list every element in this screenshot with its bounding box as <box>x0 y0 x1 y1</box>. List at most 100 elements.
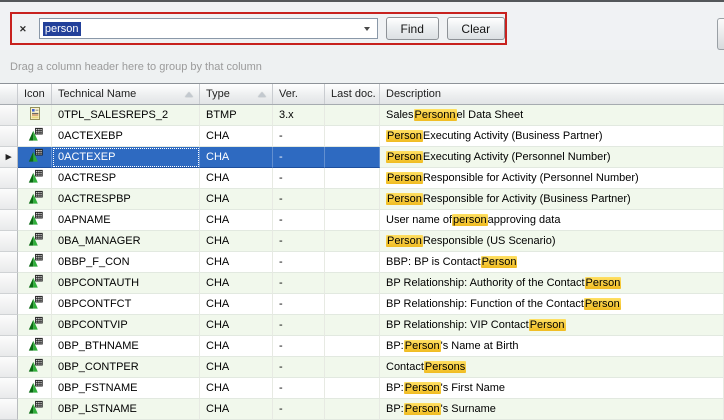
icon-cell <box>18 168 52 189</box>
type-cell: CHA <box>200 147 273 168</box>
search-input-value[interactable]: person <box>43 22 81 36</box>
icon-cell <box>18 273 52 294</box>
column-header-description[interactable]: Description <box>380 84 724 104</box>
icon-cell <box>18 399 52 420</box>
characteristic-icon <box>27 211 43 230</box>
row-selector-cell[interactable] <box>0 189 18 210</box>
chevron-down-icon[interactable] <box>364 27 370 31</box>
group-by-hint: Drag a column header here to group by th… <box>10 61 262 73</box>
version-cell: - <box>273 378 325 399</box>
type-cell: CHA <box>200 294 273 315</box>
type-cell: CHA <box>200 357 273 378</box>
column-header-technical-name[interactable]: Technical Name <box>52 84 200 104</box>
description-cell: Sales Personnel Data Sheet <box>380 105 724 126</box>
last-doc-cell <box>325 126 380 147</box>
group-by-panel[interactable]: Drag a column header here to group by th… <box>0 50 724 83</box>
characteristic-icon <box>27 358 43 377</box>
column-header-last-doc[interactable]: Last doc. <box>325 84 380 104</box>
row-selector-cell[interactable] <box>0 126 18 147</box>
template-icon <box>27 106 43 125</box>
characteristic-icon <box>27 337 43 356</box>
type-cell: CHA <box>200 315 273 336</box>
column-header-type[interactable]: Type <box>200 84 273 104</box>
description-cell: Person Responsible for Activity (Personn… <box>380 168 724 189</box>
table-row[interactable]: 0BP_CONTPERCHA-Contact Persons <box>0 357 724 378</box>
sort-ascending-icon <box>185 92 193 97</box>
column-label: Technical Name <box>58 88 136 100</box>
description-cell: User name of person approving data <box>380 210 724 231</box>
column-header-ver[interactable]: Ver. <box>273 84 325 104</box>
type-cell: BTMP <box>200 105 273 126</box>
row-selector-cell[interactable] <box>0 336 18 357</box>
table-row[interactable]: 0BBP_F_CONCHA-BBP: BP is Contact Person <box>0 252 724 273</box>
description-cell: BP Relationship: VIP Contact Person <box>380 315 724 336</box>
last-doc-cell <box>325 210 380 231</box>
characteristic-icon <box>27 295 43 314</box>
technical-name-cell: 0BP_LSTNAME <box>52 399 200 420</box>
row-selector-cell[interactable] <box>0 357 18 378</box>
search-combobox[interactable]: person <box>39 18 378 39</box>
table-row[interactable]: 0BPCONTAUTHCHA-BP Relationship: Authorit… <box>0 273 724 294</box>
table-row[interactable]: 0BP_FSTNAMECHA-BP: Person's First Name <box>0 378 724 399</box>
close-icon[interactable]: ✕ <box>15 21 31 37</box>
description-text: Responsible for Activity (Business Partn… <box>423 193 631 205</box>
search-match-highlight: Person <box>386 151 423 163</box>
technical-name-cell: 0BP_BTHNAME <box>52 336 200 357</box>
row-selector-cell[interactable]: ▸ <box>0 147 18 168</box>
search-toolbar: ✕ person Find Clear <box>0 2 724 50</box>
technical-name-cell: 0BP_CONTPER <box>52 357 200 378</box>
description-cell: BP: Person's Surname <box>380 399 724 420</box>
row-selector-cell[interactable] <box>0 315 18 336</box>
row-selector-cell[interactable] <box>0 378 18 399</box>
row-selector-cell[interactable] <box>0 252 18 273</box>
table-row[interactable]: ▸0ACTEXEPCHA-Person Executing Activity (… <box>0 147 724 168</box>
version-cell: - <box>273 399 325 420</box>
scrollbar-fragment[interactable] <box>717 18 724 50</box>
table-row[interactable]: 0BPCONTFCTCHA-BP Relationship: Function … <box>0 294 724 315</box>
clear-button[interactable]: Clear <box>447 17 506 40</box>
row-selector-cell[interactable] <box>0 168 18 189</box>
column-header-icon[interactable]: Icon <box>18 84 52 104</box>
row-selector-cell[interactable] <box>0 210 18 231</box>
data-grid: Icon Technical Name Type Ver. Last doc. … <box>0 83 724 420</box>
description-text: BP Relationship: VIP Contact <box>386 319 529 331</box>
column-label: Icon <box>24 88 45 100</box>
technical-name-cell: 0APNAME <box>52 210 200 231</box>
row-selector-cell[interactable] <box>0 399 18 420</box>
version-cell: - <box>273 357 325 378</box>
table-row[interactable]: 0BA_MANAGERCHA-Person Responsible (US Sc… <box>0 231 724 252</box>
type-cell: CHA <box>200 189 273 210</box>
row-selector-cell[interactable] <box>0 294 18 315</box>
table-row[interactable]: 0BPCONTVIPCHA-BP Relationship: VIP Conta… <box>0 315 724 336</box>
technical-name-cell: 0ACTEXEP <box>52 147 200 168</box>
row-selector-cell[interactable] <box>0 231 18 252</box>
row-selector-cell[interactable] <box>0 273 18 294</box>
version-cell: - <box>273 189 325 210</box>
table-row[interactable]: 0ACTEXEBPCHA-Person Executing Activity (… <box>0 126 724 147</box>
technical-name-cell: 0TPL_SALESREPS_2 <box>52 105 200 126</box>
description-text: 's Surname <box>441 403 496 415</box>
description-text: BP Relationship: Authority of the Contac… <box>386 277 585 289</box>
characteristic-icon <box>27 169 43 188</box>
search-match-highlight: Person <box>404 403 441 415</box>
description-text: 's First Name <box>441 382 505 394</box>
table-row[interactable]: 0ACTRESPCHA-Person Responsible for Activ… <box>0 168 724 189</box>
last-doc-cell <box>325 294 380 315</box>
find-button[interactable]: Find <box>386 17 439 40</box>
type-cell: CHA <box>200 399 273 420</box>
table-row[interactable]: 0ACTRESPBPCHA-Person Responsible for Act… <box>0 189 724 210</box>
description-text: BBP: BP is Contact <box>386 256 481 268</box>
last-doc-cell <box>325 399 380 420</box>
characteristic-icon <box>27 400 43 419</box>
description-text: BP Relationship: Function of the Contact <box>386 298 584 310</box>
description-text: BP: <box>386 382 404 394</box>
row-selector-cell[interactable] <box>0 105 18 126</box>
last-doc-cell <box>325 252 380 273</box>
table-row[interactable]: 0BP_LSTNAMECHA- BP: Person's Surname <box>0 399 724 420</box>
grid-header-row: Icon Technical Name Type Ver. Last doc. … <box>0 83 724 105</box>
table-row[interactable]: 0BP_BTHNAMECHA-BP: Person's Name at Birt… <box>0 336 724 357</box>
table-row[interactable]: 0APNAMECHA-User name of person approving… <box>0 210 724 231</box>
description-text: User name of <box>386 214 452 226</box>
table-row[interactable]: 0TPL_SALESREPS_2BTMP3.xSales Personnel D… <box>0 105 724 126</box>
type-cell: CHA <box>200 336 273 357</box>
